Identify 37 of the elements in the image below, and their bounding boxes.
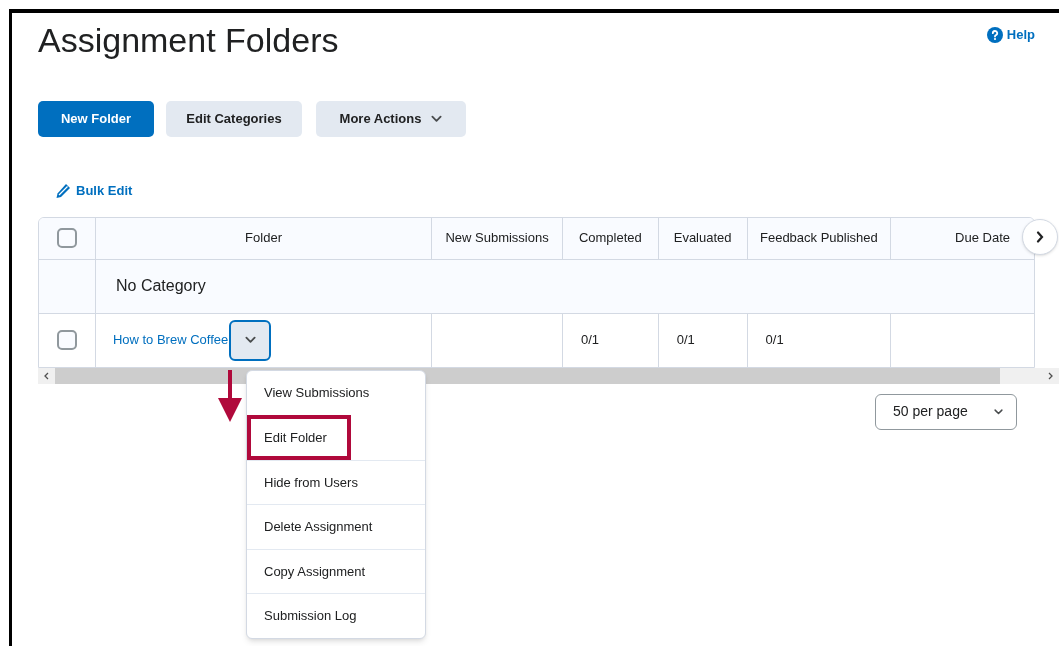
column-header: Feedback Published <box>747 217 892 259</box>
edit-categories-button[interactable]: Edit Categories <box>166 101 302 137</box>
page-size-select[interactable]: 50 per page <box>875 393 1017 430</box>
checkbox[interactable] <box>56 330 77 350</box>
chevron-down-icon <box>244 336 256 344</box>
scroll-left-icon[interactable] <box>44 371 49 380</box>
pencil-icon <box>55 182 71 199</box>
checkbox[interactable] <box>56 228 77 248</box>
bulk-edit-link[interactable]: Bulk Edit <box>55 181 133 201</box>
pointer-arrow <box>218 369 242 422</box>
help-link[interactable]: Help <box>986 25 1035 45</box>
column-header: New Submissions <box>432 217 563 259</box>
menu-item[interactable]: View Submissions <box>247 370 425 415</box>
folder-menu-button[interactable] <box>229 319 272 361</box>
category-heading: No Category <box>116 276 206 296</box>
table-cell-text: 0/1 <box>580 331 599 350</box>
table-cell-text: 0/1 <box>676 331 695 350</box>
page-title: Assignment Folders <box>38 23 339 57</box>
chevron-right-icon <box>1036 230 1044 243</box>
column-header: Evaluated <box>658 217 748 259</box>
scroll-right-button[interactable] <box>1022 218 1058 255</box>
column-header: Due Date <box>954 229 1011 248</box>
more-actions-button[interactable]: More Actions <box>316 101 466 137</box>
scroll-right-icon[interactable] <box>1048 371 1053 380</box>
menu-item[interactable]: Submission Log <box>247 593 425 638</box>
chevron-down-icon <box>994 408 1003 415</box>
menu-item[interactable]: Edit Folder <box>247 415 351 460</box>
help-icon <box>986 26 1003 43</box>
menu-item[interactable]: Copy Assignment <box>247 548 425 593</box>
table-cell-text: 0/1 <box>765 331 784 350</box>
menu-item[interactable]: Delete Assignment <box>247 504 425 549</box>
column-header: Completed <box>562 217 659 259</box>
column-header: Folder <box>95 217 433 259</box>
menu-item[interactable]: Hide from Users <box>247 459 425 504</box>
new-folder-button[interactable]: New Folder <box>38 101 154 137</box>
chevron-down-icon <box>431 115 443 123</box>
folder-link[interactable]: How to Brew Coffee <box>112 330 229 350</box>
